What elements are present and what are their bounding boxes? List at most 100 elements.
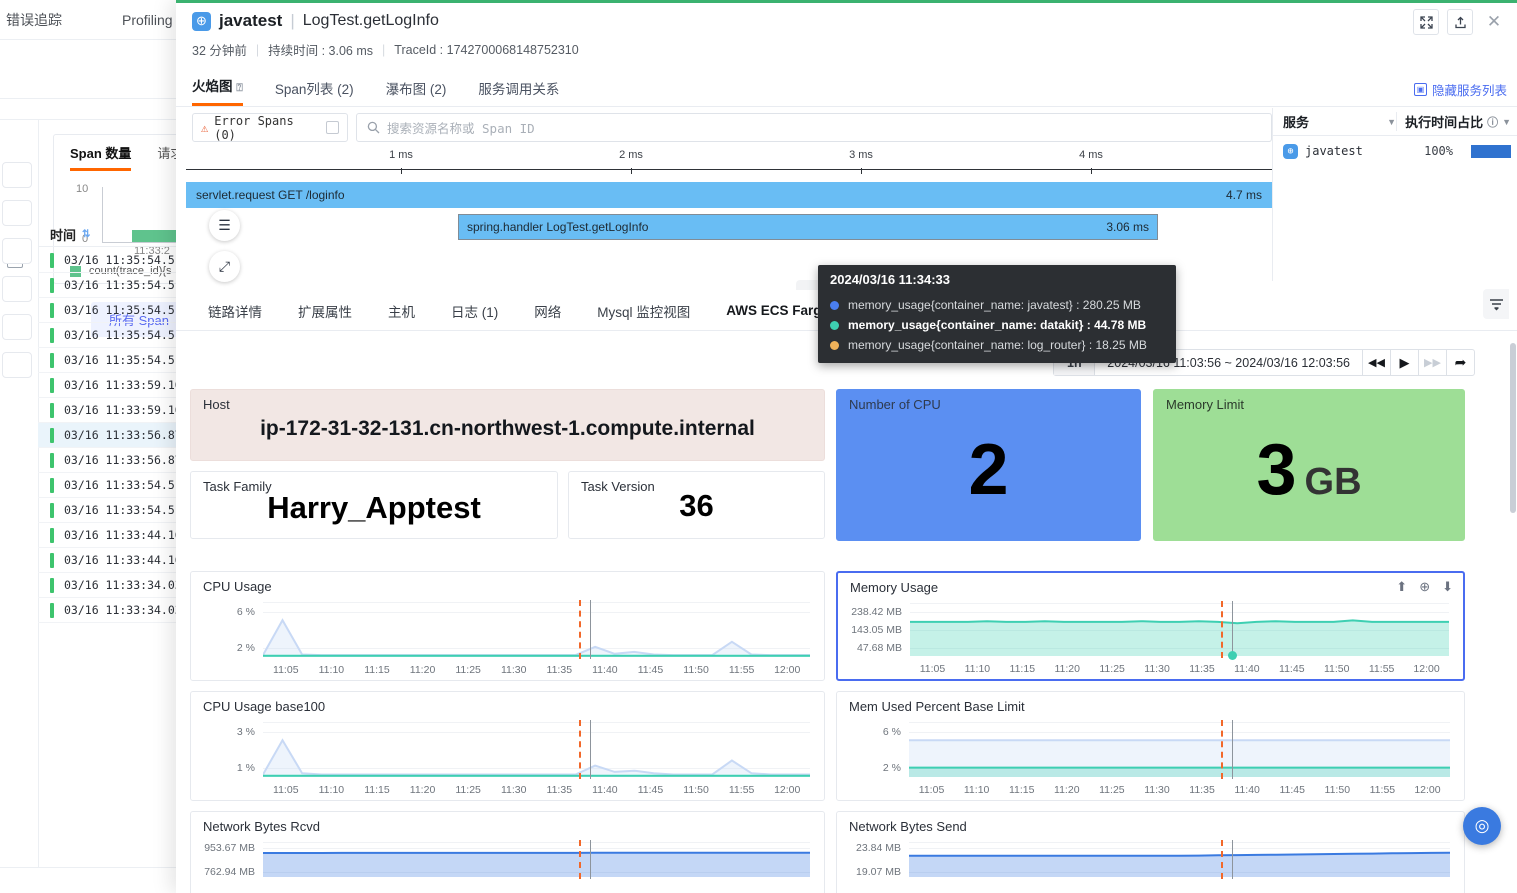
share-icon[interactable] xyxy=(1447,9,1473,35)
tab-flamegraph[interactable]: 火焰图 ⍰ xyxy=(192,75,243,106)
chart-title: CPU Usage base100 xyxy=(203,699,326,714)
detail-tab--[interactable]: 网络 xyxy=(516,301,579,321)
memory-limit-title: Memory Limit xyxy=(1166,397,1245,412)
rail-filter-box[interactable] xyxy=(2,276,32,302)
nav-profiling[interactable]: Profiling xyxy=(122,12,173,28)
flame-span-child[interactable]: spring.handler LogTest.getLogInfo 3.06 m… xyxy=(458,214,1158,240)
meta-traceid: TraceId : 1742700068148752310 xyxy=(394,42,579,57)
row-time: 03/16 11:33:59.10 xyxy=(64,403,182,417)
warning-icon: ⚠ xyxy=(201,120,209,135)
mini-y-top: 10 xyxy=(76,183,89,195)
span-search-box[interactable]: 搜索资源名称或 Span ID xyxy=(356,113,1272,142)
chart-marker-solid xyxy=(1232,720,1234,779)
rail-filter-box[interactable] xyxy=(2,162,32,188)
dashboard-scrollbar[interactable] xyxy=(1510,343,1516,513)
chart-x-tick: 11:20 xyxy=(409,784,436,796)
nav-error-tracking[interactable]: 错误追踪 xyxy=(6,10,62,30)
number-of-cpu-title: Number of CPU xyxy=(849,397,941,412)
chart-series-svg xyxy=(263,738,810,777)
flamegraph-list-toggle-button[interactable]: ☰ xyxy=(209,210,240,241)
tab-waterfall[interactable]: 瀑布图 (2) xyxy=(386,78,447,106)
chart-title: Memory Usage xyxy=(850,580,939,595)
column-time[interactable]: 时间 xyxy=(50,225,76,244)
row-time: 03/16 11:33:56.87 xyxy=(64,428,182,442)
flame-span-root[interactable]: servlet.request GET /loginfo 4.7 ms xyxy=(186,182,1272,208)
chart-y-tick: 6 % xyxy=(882,725,901,738)
chart-area xyxy=(263,852,810,877)
assistant-fab-icon[interactable]: ◎ xyxy=(1463,807,1501,845)
chart-card-network-bytes-send[interactable]: Network Bytes Send 23.84 MB 19.07 MB xyxy=(836,811,1465,893)
chart-x-tick: 11:45 xyxy=(1279,784,1305,796)
span-search-input[interactable]: 搜索资源名称或 Span ID xyxy=(387,118,535,137)
error-spans-checkbox[interactable] xyxy=(326,121,339,134)
share-icon[interactable]: ⬆ xyxy=(1396,579,1407,595)
flamegraph-tick-label: 2 ms xyxy=(619,149,643,161)
chart-card-mem-used-percent[interactable]: Mem Used Percent Base Limit 6 % 2 % 11:05 11… xyxy=(836,691,1465,801)
chart-y-tick: 762.94 MB xyxy=(204,865,255,878)
service-row-name: ⊕ javatest xyxy=(1283,143,1363,159)
tooltip-rows: memory_usage{container_name: javatest} :… xyxy=(818,295,1176,355)
status-indicator xyxy=(50,477,54,493)
close-icon[interactable]: ✕ xyxy=(1481,9,1507,35)
expand-icon[interactable] xyxy=(1413,9,1439,35)
chart-y-tick: 23.84 MB xyxy=(856,841,901,854)
chart-card-cpu-usage-base100[interactable]: CPU Usage base100 3 % 1 % 11:05 11:10 11:15 11… xyxy=(190,691,825,801)
chart-plot: 953.67 MB 762.94 MB xyxy=(201,840,814,893)
chevron-down-icon[interactable]: ▼ xyxy=(1502,117,1511,127)
error-spans-filter[interactable]: ⚠ Error Spans (0) xyxy=(192,113,348,142)
sort-icon[interactable]: ⇅ xyxy=(82,229,90,240)
tooltip-series-dot xyxy=(830,300,839,310)
tab-span-count[interactable]: Span 数量 xyxy=(70,143,132,171)
status-indicator xyxy=(50,252,54,268)
detail-tab--[interactable]: 主机 xyxy=(370,301,433,321)
rail-filter-box[interactable] xyxy=(2,200,32,226)
detail-tab--[interactable]: 扩展属性 xyxy=(280,301,370,321)
row-time: 03/16 11:33:56.87 xyxy=(64,453,182,467)
column-service[interactable]: 服务 xyxy=(1283,112,1387,131)
chart-marker-dashed xyxy=(578,600,581,659)
info-icon[interactable]: ⓘ xyxy=(1487,114,1498,130)
chart-x-tick: 11:40 xyxy=(592,784,618,796)
play-icon[interactable]: ▶ xyxy=(1390,350,1418,375)
chart-area xyxy=(909,767,1450,777)
chart-plot: 23.84 MB 19.07 MB xyxy=(847,840,1454,893)
help-icon[interactable]: ⍰ xyxy=(236,82,243,94)
chart-card-cpu-usage[interactable]: CPU Usage 6 % 2 % 11:05 11:10 11:15 11:20 11:25… xyxy=(190,571,825,681)
meta-divider: | xyxy=(255,42,260,57)
detail-tab--1-[interactable]: 日志 (1) xyxy=(433,301,516,321)
zoom-icon[interactable]: ⊕ xyxy=(1419,579,1430,595)
flamegraph-tick-mark xyxy=(861,168,862,174)
chart-plot: 238.42 MB 143.05 MB 47.68 MB 11:05 11:10 11:1… xyxy=(848,601,1453,675)
jump-icon[interactable]: ➦ xyxy=(1446,350,1474,375)
tab-overflow-button[interactable] xyxy=(1483,289,1509,319)
detail-tab--[interactable]: 链路详情 xyxy=(190,301,280,321)
fast-forward-icon[interactable]: ▶▶ xyxy=(1418,350,1446,375)
chart-card-memory-usage[interactable]: Memory Usage ⬆ ⊕ ⬇ 238.42 MB 143.05 MB 47.68 M… xyxy=(836,571,1465,681)
modal-meta: 32 分钟前 | 持续时间 : 3.06 ms | TraceId : 1742… xyxy=(192,40,1501,59)
chart-x-tick: 11:35 xyxy=(1189,663,1215,675)
tab-service-map[interactable]: 服务调用关系 xyxy=(478,78,559,106)
rail-filter-box[interactable] xyxy=(2,314,32,340)
chart-y-tick: 3 % xyxy=(236,725,255,738)
rail-filter-box[interactable] xyxy=(2,352,32,378)
detail-tab-mysql-[interactable]: Mysql 监控视图 xyxy=(579,301,708,321)
status-indicator xyxy=(50,452,54,468)
meta-relative-time: 32 分钟前 xyxy=(192,44,247,58)
rewind-icon[interactable]: ◀◀ xyxy=(1362,350,1390,375)
tooltip-series-dot xyxy=(830,340,839,350)
chevron-down-icon[interactable]: ▼ xyxy=(1387,117,1396,127)
tab-span-list[interactable]: Span列表 (2) xyxy=(275,78,354,106)
title-separator: | xyxy=(290,11,295,30)
service-row[interactable]: ⊕ javatest 100% xyxy=(1273,136,1517,166)
meta-divider: | xyxy=(382,42,386,57)
chart-x-tick: 11:40 xyxy=(592,664,618,676)
chart-x-tick: 11:15 xyxy=(364,664,390,676)
column-exec-ratio[interactable]: 执行时间占比 ⓘ ▼ xyxy=(1396,112,1511,131)
hide-service-list-button[interactable]: ▣ 隐藏服务列表 xyxy=(1413,80,1507,99)
download-icon[interactable]: ⬇ xyxy=(1442,579,1453,595)
tooltip-series-label: memory_usage{container_name: javatest} :… xyxy=(848,298,1141,312)
rail-filter-box[interactable] xyxy=(2,238,32,264)
flamegraph-reset-zoom-button[interactable]: ⤢ xyxy=(209,251,240,282)
chart-card-network-bytes-rcvd[interactable]: Network Bytes Rcvd 953.67 MB 762.94 MB xyxy=(190,811,825,893)
chart-marker-solid xyxy=(589,840,591,879)
